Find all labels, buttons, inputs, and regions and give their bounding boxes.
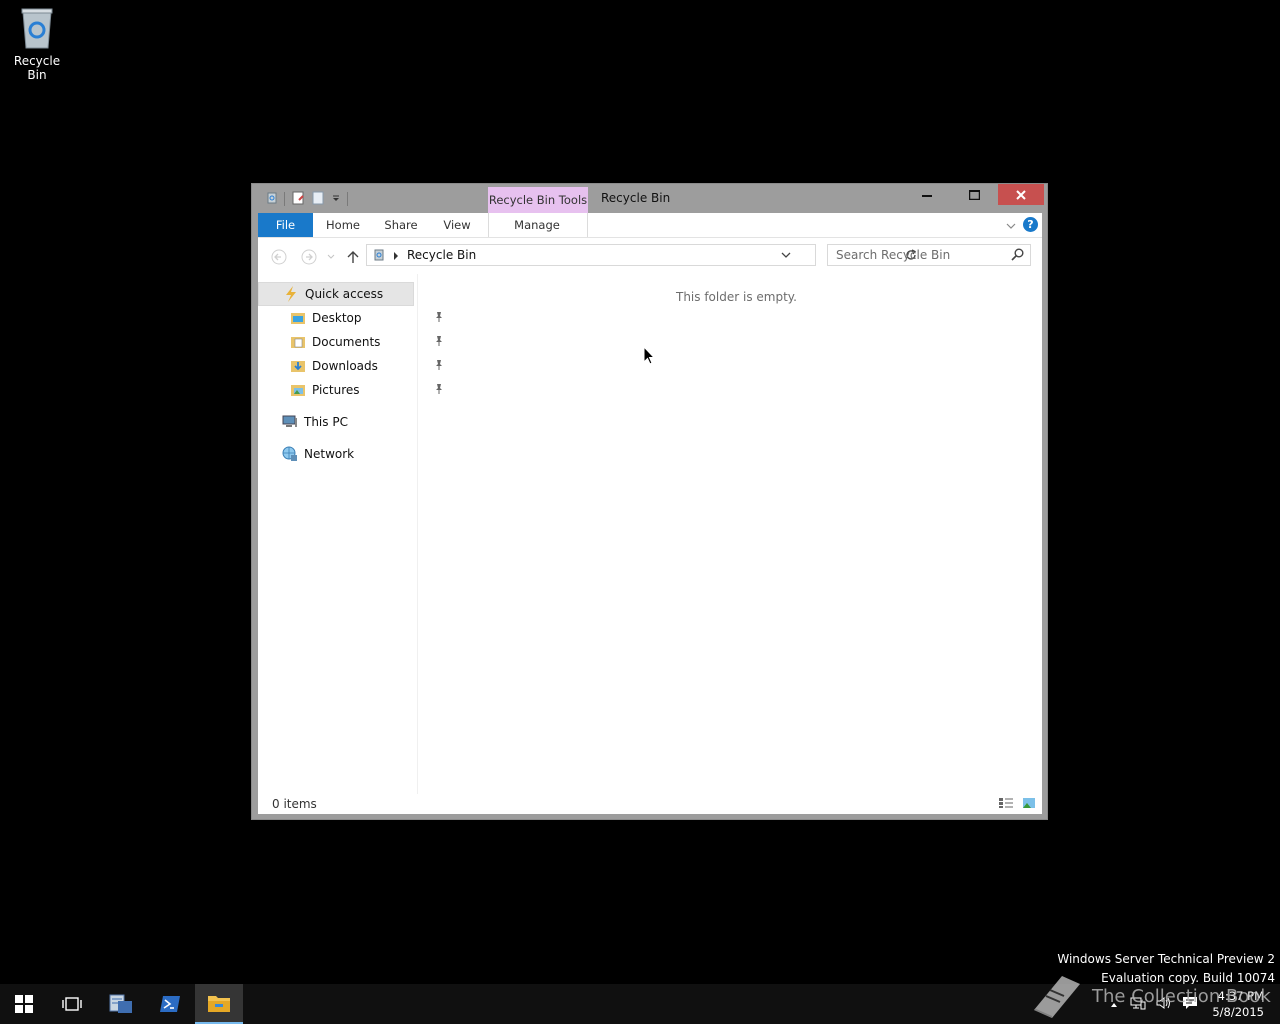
start-button[interactable]	[0, 984, 48, 1024]
mouse-cursor-icon	[643, 345, 656, 369]
search-box[interactable]: Search Recycle Bin	[827, 244, 1031, 266]
network-icon	[282, 446, 298, 462]
qat-separator-2	[347, 192, 348, 206]
recycle-bin-label: Recycle Bin	[13, 54, 61, 82]
properties-icon[interactable]	[291, 191, 305, 208]
quick-access-toolbar	[266, 190, 348, 208]
recycle-bin-address-icon	[372, 248, 386, 265]
pin-icon[interactable]	[434, 383, 444, 398]
address-path[interactable]: Recycle Bin	[407, 248, 476, 262]
documents-folder-icon	[290, 334, 306, 350]
breadcrumb-chevron-icon[interactable]	[393, 250, 399, 264]
taskbar-file-explorer[interactable]	[195, 984, 243, 1024]
tab-manage[interactable]: Manage	[506, 213, 568, 237]
tab-file[interactable]: File	[258, 213, 313, 237]
nav-item-downloads[interactable]: Downloads	[258, 354, 446, 378]
maximize-button[interactable]	[951, 184, 997, 205]
file-explorer-icon	[208, 996, 230, 1012]
forward-button[interactable]	[300, 248, 318, 266]
pin-icon[interactable]	[434, 335, 444, 350]
watermark-line-1: Windows Server Technical Preview 2	[1057, 952, 1275, 966]
expand-ribbon-icon[interactable]	[1006, 219, 1016, 233]
nav-label-network: Network	[304, 447, 355, 461]
navigation-bar: Recycle Bin Search Recycle Bin	[258, 238, 1042, 274]
server-manager-icon	[109, 994, 132, 1013]
tab-share[interactable]: Share	[380, 213, 422, 237]
file-explorer-window: Recycle Bin Tools Recycle Bin File Home …	[251, 183, 1048, 820]
qat-separator	[284, 192, 285, 206]
help-icon[interactable]: ?	[1023, 217, 1038, 232]
title-bar[interactable]: Recycle Bin Tools Recycle Bin	[252, 184, 1047, 213]
view-switcher	[998, 797, 1036, 812]
navigation-pane[interactable]: Quick access Desktop Documents Downloads…	[258, 274, 442, 794]
tab-home[interactable]: Home	[320, 213, 366, 237]
nav-item-desktop[interactable]: Desktop	[258, 306, 446, 330]
nav-label-quick-access: Quick access	[305, 287, 384, 301]
book-logo-icon	[1034, 976, 1080, 1018]
nav-label-pictures: Pictures	[312, 383, 360, 397]
watermark-text: The Collection Book	[1092, 985, 1271, 1007]
desktop-icon-recycle-bin[interactable]: Recycle Bin	[4, 6, 70, 82]
desktop-folder-icon	[290, 310, 306, 326]
nav-item-this-pc[interactable]: This PC	[258, 410, 438, 434]
close-button[interactable]	[998, 184, 1044, 205]
quick-access-icon	[283, 286, 299, 302]
large-icons-view-icon[interactable]	[1022, 797, 1036, 812]
customize-qat-icon[interactable]	[331, 192, 341, 206]
recent-locations-icon[interactable]	[322, 248, 340, 266]
windows-logo-icon	[15, 995, 33, 1013]
task-view-icon	[62, 997, 82, 1011]
search-placeholder[interactable]: Search Recycle Bin	[836, 248, 950, 262]
new-folder-icon[interactable]	[311, 191, 325, 208]
nav-item-quick-access[interactable]: Quick access	[258, 282, 414, 306]
recycle-bin-small-icon	[266, 192, 278, 207]
empty-folder-message: This folder is empty.	[676, 290, 797, 304]
search-icon[interactable]	[1011, 248, 1024, 264]
nav-item-documents[interactable]: Documents	[258, 330, 446, 354]
nav-label-desktop: Desktop	[312, 311, 362, 325]
up-button[interactable]	[344, 248, 362, 266]
nav-label-downloads: Downloads	[312, 359, 378, 373]
recycle-bin-icon	[17, 6, 57, 50]
taskbar-powershell[interactable]	[146, 984, 194, 1024]
powershell-icon	[160, 996, 180, 1012]
details-view-icon[interactable]	[998, 797, 1014, 812]
address-bar[interactable]: Recycle Bin	[366, 244, 917, 266]
context-tab-group-label: Recycle Bin Tools	[488, 187, 588, 213]
pin-icon[interactable]	[434, 359, 444, 374]
nav-item-network[interactable]: Network	[258, 442, 438, 466]
address-dropdown-icon[interactable]	[781, 249, 791, 263]
back-button[interactable]	[270, 248, 288, 266]
tab-view[interactable]: View	[438, 213, 476, 237]
task-view-button[interactable]	[48, 984, 96, 1024]
collection-book-watermark: The Collection Book	[1028, 972, 1271, 1020]
computer-icon	[282, 414, 298, 430]
window-title: Recycle Bin	[601, 191, 671, 205]
status-bar: 0 items	[258, 794, 1042, 814]
taskbar-server-manager[interactable]	[97, 984, 145, 1024]
ribbon-tabs: File Home Share View Manage ?	[258, 213, 1042, 238]
pin-icon[interactable]	[434, 311, 444, 326]
nav-item-pictures[interactable]: Pictures	[258, 378, 446, 402]
pictures-folder-icon	[290, 382, 306, 398]
nav-label-documents: Documents	[312, 335, 381, 349]
downloads-folder-icon	[290, 358, 306, 374]
minimize-button[interactable]	[904, 184, 950, 205]
item-count: 0 items	[272, 797, 317, 811]
nav-label-this-pc: This PC	[304, 415, 348, 429]
